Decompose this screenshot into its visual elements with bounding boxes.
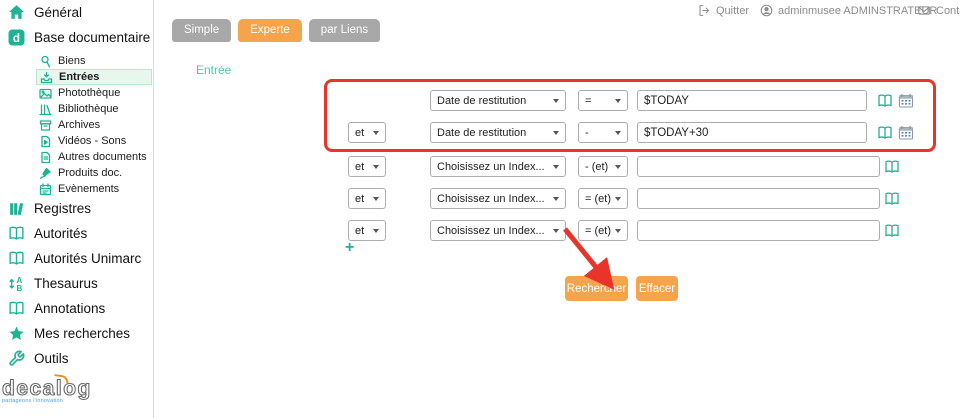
objects-icon (38, 54, 52, 68)
operator-select[interactable]: - (et) (578, 156, 628, 177)
operator-select[interactable]: = (et) (578, 188, 628, 209)
sidebar-item-annotations[interactable]: Annotations (0, 296, 153, 321)
svg-text:B: B (16, 284, 22, 292)
search-mode-tabs: Simple Experte par Liens (172, 19, 380, 42)
sidebar-item-autorites-unimarc[interactable]: Autorités Unimarc (0, 246, 153, 271)
logo-text: decalog (2, 378, 92, 400)
chevron-down-icon (615, 197, 621, 201)
date-picker-icon[interactable] (898, 93, 914, 109)
index-select[interactable]: Choisissez un Index... (430, 220, 566, 241)
contact-link[interactable]: Contact (917, 3, 960, 18)
boolean-select[interactable]: et (348, 156, 386, 177)
criteria-value-input[interactable] (637, 188, 880, 209)
boolean-select[interactable]: et (348, 188, 386, 209)
chevron-down-icon (373, 165, 379, 169)
chevron-down-icon (373, 229, 379, 233)
criteria-value-input[interactable] (637, 90, 867, 111)
criteria-value-input[interactable] (637, 122, 867, 143)
app-window: Général d Base documentaire Biens Ent (0, 0, 960, 418)
contact-label: Contact (936, 5, 960, 17)
chevron-down-icon (553, 131, 559, 135)
section-label-entree: Entrée (196, 63, 231, 77)
chevron-down-icon (553, 165, 559, 169)
sidebar-item-label: Entrées (59, 71, 99, 83)
add-criteria-button[interactable]: + (345, 240, 354, 256)
criteria-row: Date de restitution = (0, 90, 960, 112)
index-select[interactable]: Choisissez un Index... (430, 156, 566, 177)
search-button[interactable]: Rechercher (565, 276, 628, 301)
wrench-icon (7, 350, 25, 368)
chevron-down-icon (553, 99, 559, 103)
operator-select[interactable]: - (578, 122, 628, 143)
thesaurus-ab-icon: AB (7, 275, 25, 293)
sidebar-item-label: Mes recherches (34, 326, 130, 341)
logout-icon (698, 4, 711, 17)
sidebar-item-label: Annotations (34, 301, 105, 316)
svg-text:d: d (12, 32, 19, 45)
documentary-base-icon: d (7, 29, 25, 47)
tab-experte[interactable]: Experte (238, 19, 302, 42)
quit-link[interactable]: Quitter (698, 3, 749, 18)
index-browse-book-icon[interactable] (884, 223, 900, 239)
criteria-row: et Choisissez un Index... = (et) (0, 188, 960, 210)
quit-label: Quitter (716, 5, 749, 17)
user-icon (760, 4, 773, 17)
clear-button[interactable]: Effacer (636, 276, 678, 301)
sidebar-item-general[interactable]: Général (0, 0, 153, 25)
inbox-icon (39, 70, 53, 84)
sidebar-item-label: Biens (58, 55, 86, 67)
operator-select[interactable]: = (et) (578, 220, 628, 241)
operator-select[interactable]: = (578, 90, 628, 111)
chevron-down-icon (615, 131, 621, 135)
boolean-select[interactable]: et (348, 220, 386, 241)
user-account-link[interactable]: adminmusee ADMINSTRATEUR (760, 3, 937, 18)
chevron-down-icon (615, 165, 621, 169)
index-select[interactable]: Date de restitution (430, 90, 566, 111)
chevron-down-icon (615, 99, 621, 103)
criteria-value-input[interactable] (637, 156, 880, 177)
chevron-down-icon (373, 131, 379, 135)
home-icon (7, 4, 25, 22)
index-browse-book-icon[interactable] (877, 125, 893, 141)
decalog-logo: decalog partageons l'innovation (2, 378, 92, 404)
index-select[interactable]: Date de restitution (430, 122, 566, 143)
sidebar-item-mes-recherches[interactable]: Mes recherches (0, 321, 153, 346)
sidebar-item-entrees[interactable]: Entrées (36, 69, 152, 85)
date-picker-icon[interactable] (898, 125, 914, 141)
chevron-down-icon (553, 197, 559, 201)
criteria-value-input[interactable] (637, 220, 880, 241)
sidebar-item-label: Général (34, 5, 82, 20)
sidebar-item-label: Base documentaire (34, 30, 150, 45)
index-browse-book-icon[interactable] (884, 191, 900, 207)
index-select[interactable]: Choisissez un Index... (430, 188, 566, 209)
sidebar-item-label: Outils (34, 351, 69, 366)
chevron-down-icon (615, 229, 621, 233)
sidebar-item-outils[interactable]: Outils (0, 346, 153, 371)
sidebar-item-label: Thesaurus (34, 276, 98, 291)
criteria-row: et Choisissez un Index... - (et) (0, 156, 960, 178)
sidebar-item-label: Autorités Unimarc (34, 251, 141, 266)
user-label: adminmusee ADMINSTRATEUR (778, 5, 937, 17)
boolean-select[interactable]: et (348, 122, 386, 143)
mail-icon (917, 4, 931, 17)
star-icon (7, 325, 25, 343)
open-book-icon (7, 250, 25, 268)
index-browse-book-icon[interactable] (877, 93, 893, 109)
sidebar-top-section: Général d Base documentaire (0, 0, 153, 50)
tab-par-liens[interactable]: par Liens (309, 19, 380, 42)
chevron-down-icon (553, 229, 559, 233)
sidebar-item-biens[interactable]: Biens (36, 53, 152, 69)
chevron-down-icon (373, 197, 379, 201)
tab-simple[interactable]: Simple (172, 19, 231, 42)
index-browse-book-icon[interactable] (884, 159, 900, 175)
sidebar-item-thesaurus[interactable]: AB Thesaurus (0, 271, 153, 296)
criteria-row: et Choisissez un Index... = (et) (0, 220, 960, 242)
open-book-icon (7, 300, 25, 318)
criteria-row: et Date de restitution - (0, 122, 960, 144)
sidebar-item-base-documentaire[interactable]: d Base documentaire (0, 25, 153, 50)
